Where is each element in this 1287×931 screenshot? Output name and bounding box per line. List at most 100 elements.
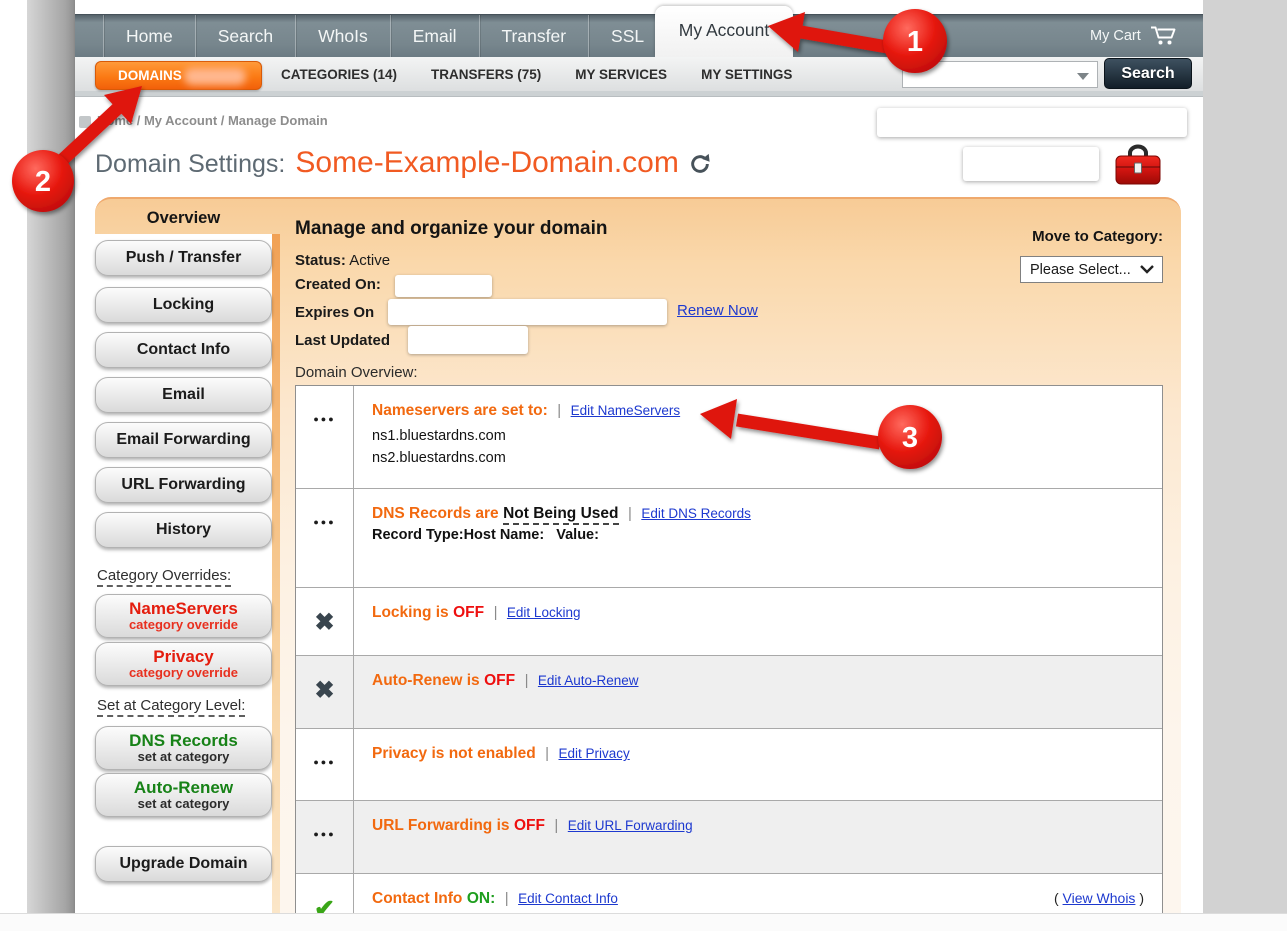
edit-dns-records-link[interactable]: Edit DNS Records [641, 506, 751, 521]
page-title: Domain Settings: Some-Example-Domain.com [95, 146, 711, 180]
nav-tab-transfer[interactable]: Transfer [479, 15, 589, 58]
category-title: Auto-Renew [134, 779, 233, 797]
my-cart-label: My Cart [1090, 28, 1141, 44]
sidebar-tab-email-forwarding[interactable]: Email Forwarding [95, 422, 272, 458]
expires-line: Expires On [295, 304, 374, 321]
row-status: ON: [467, 890, 495, 907]
nav-search-combobox[interactable] [902, 61, 1098, 88]
separator: | [489, 604, 503, 621]
override-title: Privacy [153, 648, 214, 666]
sidebar-tab-history[interactable]: History [95, 512, 272, 548]
sidebar-tab-email[interactable]: Email [95, 377, 272, 413]
subnav-item-categories[interactable]: CATEGORIES (14) [281, 67, 397, 82]
edit-privacy-link[interactable]: Edit Privacy [559, 746, 630, 761]
page-title-domain: Some-Example-Domain.com [295, 146, 678, 180]
sidebar-tab-contact-info[interactable]: Contact Info [95, 332, 272, 368]
sidebar-category-dns-records[interactable]: DNS Records set at category [95, 726, 272, 770]
override-subtitle: category override [129, 666, 238, 680]
sidebar-category-auto-renew[interactable]: Auto-Renew set at category [95, 773, 272, 817]
separator: | [623, 505, 637, 522]
view-whois-note: ( View Whois ) [1054, 890, 1144, 906]
separator: | [520, 672, 534, 689]
subnav-item-my-settings[interactable]: MY SETTINGS [701, 67, 792, 82]
paren-open: ( [1054, 890, 1059, 906]
edit-auto-renew-link[interactable]: Edit Auto-Renew [538, 673, 639, 688]
row-url-forwarding: ●●● URL Forwarding is OFF | Edit URL For… [296, 801, 1162, 874]
row-status: OFF [453, 604, 484, 621]
status-label: Status: [295, 252, 346, 269]
override-subtitle: category override [129, 618, 238, 632]
separator: | [540, 745, 554, 762]
row-title: URL Forwarding is [372, 817, 510, 834]
toolbox-icon[interactable] [1112, 142, 1164, 190]
top-nav-bar: Home Search WhoIs Email Transfer SSL [75, 14, 1203, 57]
redacted-smudge [184, 68, 246, 85]
breadcrumb-icon [79, 116, 91, 128]
view-whois-link[interactable]: View Whois [1063, 890, 1136, 906]
status-value: Active [349, 252, 390, 269]
nav-search-input[interactable] [905, 64, 1075, 85]
dots-icon: ●●● [296, 489, 354, 587]
domains-label: DOMAINS [118, 68, 182, 83]
bottom-window-edge [0, 913, 1287, 931]
edit-locking-link[interactable]: Edit Locking [507, 605, 581, 620]
row-title: DNS Records are [372, 505, 499, 522]
set-at-category-label: Set at Category Level: [97, 697, 245, 717]
row-title: Nameservers are set to: [372, 402, 548, 419]
override-title: NameServers [129, 600, 238, 618]
category-select-value: Please Select... [1030, 262, 1131, 278]
row-status: Not Being Used [503, 505, 618, 525]
sidebar-override-nameservers[interactable]: NameServers category override [95, 594, 272, 638]
edit-nameservers-link[interactable]: Edit NameServers [571, 403, 681, 418]
combobox-arrow-icon[interactable] [1077, 73, 1089, 80]
refresh-icon[interactable] [689, 153, 711, 175]
edit-url-forwarding-link[interactable]: Edit URL Forwarding [568, 818, 693, 833]
cross-icon: ✖ [296, 588, 354, 655]
created-line: Created On: [295, 276, 381, 293]
separator: | [552, 402, 566, 419]
nav-tab-search[interactable]: Search [195, 15, 295, 58]
main-heading: Manage and organize your domain [295, 218, 608, 240]
category-overrides-label: Category Overrides: [97, 567, 231, 587]
nav-tab-my-account[interactable]: My Account [655, 6, 793, 57]
nav-tab-home[interactable]: Home [103, 15, 195, 58]
nameserver-2: ns2.bluestardns.com [372, 448, 1144, 470]
nav-tab-whois[interactable]: WhoIs [295, 15, 390, 58]
category-select[interactable]: Please Select... [1020, 256, 1163, 283]
row-title: Contact Info [372, 890, 462, 907]
renew-now-link[interactable]: Renew Now [677, 302, 758, 319]
edit-contact-info-link[interactable]: Edit Contact Info [518, 891, 618, 906]
row-title: Auto-Renew is [372, 672, 480, 689]
nav-search-button[interactable]: Search [1104, 58, 1192, 89]
subnav-item-transfers[interactable]: TRANSFERS (75) [431, 67, 541, 82]
status-line: Status: Active [295, 252, 390, 269]
sidebar-tab-overview[interactable]: Overview [95, 203, 272, 233]
updated-line: Last Updated [295, 332, 390, 349]
redacted-box [395, 275, 492, 297]
row-title: Privacy is not enabled [372, 745, 536, 762]
subnav-item-domains[interactable]: DOMAINS [95, 61, 262, 90]
sidebar-tab-locking[interactable]: Locking [95, 287, 272, 323]
upgrade-domain-button[interactable]: Upgrade Domain [95, 846, 272, 882]
cross-icon: ✖ [296, 656, 354, 728]
dots-icon: ●●● [296, 729, 354, 800]
category-subtitle: set at category [138, 797, 230, 811]
dots-icon: ●●● [296, 386, 354, 488]
nav-tab-email[interactable]: Email [390, 15, 479, 58]
row-locking: ✖ Locking is OFF | Edit Locking [296, 588, 1162, 656]
category-subtitle: set at category [138, 750, 230, 764]
domain-overview-table: ●●● Nameservers are set to: | Edit NameS… [295, 385, 1163, 931]
subnav-item-my-services[interactable]: MY SERVICES [575, 67, 667, 82]
paren-close: ) [1139, 890, 1144, 906]
redacted-box [877, 108, 1187, 137]
breadcrumb[interactable]: Home / My Account / Manage Domain [97, 113, 328, 128]
sidebar-tab-url-forwarding[interactable]: URL Forwarding [95, 467, 272, 503]
top-nav-tabs: Home Search WhoIs Email Transfer SSL [103, 15, 667, 58]
row-privacy: ●●● Privacy is not enabled | Edit Privac… [296, 729, 1162, 801]
row-nameservers: ●●● Nameservers are set to: | Edit NameS… [296, 386, 1162, 489]
my-cart[interactable]: My Cart [1090, 14, 1178, 57]
sidebar-tab-push-transfer[interactable]: Push / Transfer [95, 240, 272, 276]
sidebar-override-privacy[interactable]: Privacy category override [95, 642, 272, 686]
redacted-box [408, 326, 528, 354]
cart-icon [1150, 25, 1178, 46]
